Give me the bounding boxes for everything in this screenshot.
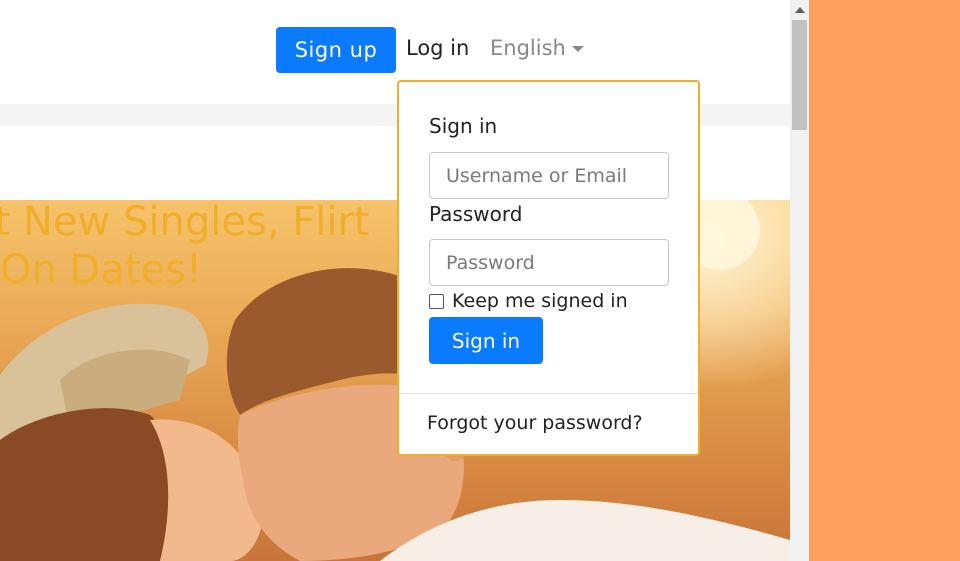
side-background (809, 0, 960, 561)
hero-heading: et New Singles, Flirt On Dates! (0, 198, 370, 294)
username-input[interactable] (429, 152, 669, 199)
keep-signed-in-row: Keep me signed in (429, 290, 628, 312)
language-label: English (490, 36, 566, 60)
signin-title: Sign in (429, 114, 498, 138)
hero-heading-line1: et New Singles, Flirt (0, 199, 370, 245)
arrow-up-icon (794, 7, 805, 13)
forgot-password-link[interactable]: Forgot your password? (427, 412, 643, 434)
signin-button[interactable]: Sign in (429, 317, 543, 364)
scrollbar-thumb[interactable] (792, 20, 807, 130)
hero-heading-line2: On Dates! (0, 247, 203, 293)
caret-down-icon (571, 46, 584, 52)
language-select[interactable]: English (490, 36, 584, 60)
browser-viewport: Sign up Log in English et New Singles, F… (0, 0, 790, 561)
scroll-up-button[interactable] (790, 0, 809, 20)
vertical-scrollbar[interactable] (790, 0, 809, 561)
signup-button[interactable]: Sign up (276, 27, 396, 73)
password-label: Password (429, 202, 523, 226)
keep-signed-in-checkbox[interactable] (429, 293, 444, 309)
dropdown-divider (399, 393, 698, 394)
password-input[interactable] (429, 239, 669, 286)
keep-signed-in-label[interactable]: Keep me signed in (452, 290, 628, 312)
login-dropdown: Sign in Password Keep me signed in Sign … (397, 80, 700, 456)
login-link[interactable]: Log in (406, 36, 469, 60)
